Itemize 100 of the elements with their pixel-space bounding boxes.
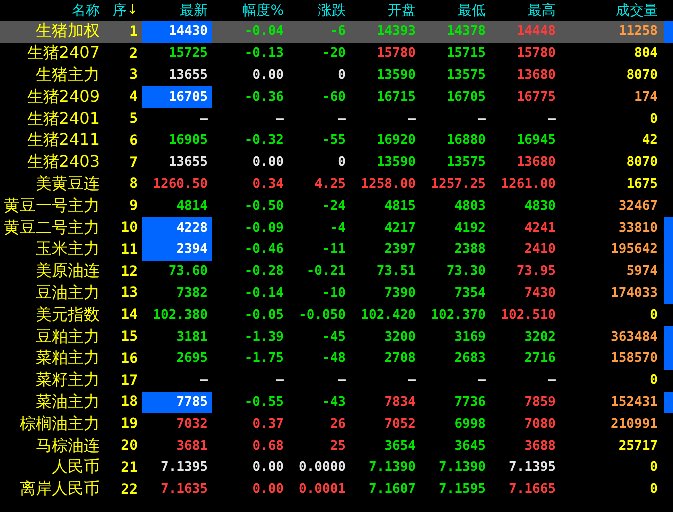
instrument-name[interactable]: 豆粕主力 <box>36 326 100 348</box>
table-cell: 2394 <box>176 242 208 258</box>
table-cell: — <box>276 373 284 388</box>
instrument-name[interactable]: 美元指数 <box>36 304 100 326</box>
instrument-name[interactable]: 美黄豆连 <box>36 174 100 195</box>
table-cell: — <box>200 373 208 388</box>
table-cell: 42 <box>642 133 658 148</box>
table-cell: 8070 <box>626 68 658 83</box>
table-cell: -10 <box>322 286 346 301</box>
table-cell: 7834 <box>384 394 416 410</box>
column-header[interactable]: 幅度% <box>242 2 284 20</box>
table-cell: -4 <box>330 220 346 236</box>
table-cell: 14430 <box>168 24 208 40</box>
table-cell: 0 <box>338 155 346 170</box>
table-cell: 804 <box>634 46 658 62</box>
table-cell: — <box>548 112 556 127</box>
row-number: 2 <box>130 46 138 62</box>
table-cell: 174 <box>634 90 658 105</box>
table-cell: 3681 <box>176 438 208 454</box>
table-cell: 4830 <box>524 198 556 214</box>
instrument-name[interactable]: 生猪2409 <box>27 86 100 108</box>
table-cell: 13575 <box>446 155 486 170</box>
column-header[interactable]: 序 <box>113 2 128 20</box>
table-cell: 32467 <box>618 198 658 214</box>
instrument-name[interactable]: 黄豆二号主力 <box>4 218 100 239</box>
instrument-name[interactable]: 离岸人民币 <box>20 479 100 500</box>
row-number: 12 <box>121 264 138 280</box>
column-header[interactable]: 涨跌 <box>318 2 346 20</box>
instrument-name[interactable]: 生猪加权 <box>36 21 100 42</box>
row-number: 9 <box>130 198 138 214</box>
table-cell: 16705 <box>446 90 486 105</box>
table-cell: 158570 <box>611 351 658 366</box>
row-number: 11 <box>121 242 138 258</box>
table-cell: 15715 <box>446 46 486 62</box>
instrument-name[interactable]: 人民币 <box>52 457 100 478</box>
table-cell: 0 <box>650 482 658 498</box>
table-cell: 0 <box>338 68 346 83</box>
instrument-name[interactable]: 菜油主力 <box>36 392 100 413</box>
table-cell: -6 <box>330 24 346 40</box>
column-header[interactable]: 名称 <box>72 2 100 20</box>
table-cell: 73.95 <box>516 264 556 280</box>
table-cell: 73.51 <box>376 264 416 280</box>
table-cell: 16880 <box>446 133 486 148</box>
instrument-name[interactable]: 菜籽主力 <box>36 370 100 392</box>
row-number: 5 <box>130 111 138 128</box>
row-number: 15 <box>121 329 138 346</box>
table-cell: 152431 <box>611 394 658 410</box>
table-cell: 6998 <box>454 416 486 432</box>
table-cell: -60 <box>322 90 346 105</box>
instrument-name[interactable]: 美原油连 <box>36 261 100 282</box>
table-cell: 11258 <box>618 24 658 40</box>
instrument-name[interactable]: 菜粕主力 <box>36 348 100 370</box>
table-cell: 25717 <box>618 438 658 454</box>
table-cell: 16715 <box>376 90 416 105</box>
table-cell: 7.1665 <box>509 482 556 498</box>
table-cell: 0.00 <box>252 68 284 83</box>
instrument-name[interactable]: 玉米主力 <box>36 239 100 260</box>
table-cell: 3200 <box>384 330 416 345</box>
column-header[interactable]: 开盘 <box>388 2 416 20</box>
table-cell: -43 <box>322 394 346 410</box>
column-header[interactable]: 最低 <box>458 2 486 20</box>
table-cell: 0 <box>650 460 658 476</box>
column-header[interactable]: 最新 <box>180 2 208 20</box>
selected-row[interactable]: 生猪加权 1 14430 -0.04 -6 14393 14378 14448 11258 <box>0 21 673 43</box>
instrument-name[interactable]: 豆油主力 <box>36 282 100 304</box>
column-header[interactable]: 最高 <box>528 2 556 20</box>
table-cell: 25 <box>330 438 346 454</box>
table-cell: 3169 <box>454 330 486 345</box>
table-cell: -48 <box>322 351 346 366</box>
instrument-name[interactable]: 生猪主力 <box>36 64 100 86</box>
instrument-name[interactable]: 黄豆一号主力 <box>4 196 100 217</box>
table-cell: -20 <box>322 46 346 62</box>
table-cell: 13655 <box>168 155 208 170</box>
table-cell: 7354 <box>454 286 486 301</box>
table-cell: 1675 <box>626 176 658 192</box>
row-number: 19 <box>121 416 138 432</box>
table-cell: 15780 <box>516 46 556 62</box>
table-cell: -0.28 <box>244 264 284 280</box>
table-cell: -0.13 <box>244 46 284 62</box>
table-cell: 16920 <box>376 133 416 148</box>
column-header[interactable]: 成交量 <box>616 2 658 20</box>
instrument-name[interactable]: 生猪2401 <box>27 108 100 130</box>
table-cell: 73.60 <box>168 264 208 280</box>
instrument-name[interactable]: 生猪2403 <box>27 152 100 174</box>
row-number: 18 <box>121 394 138 410</box>
table-cell: 7.1595 <box>439 482 486 498</box>
table-cell: 33810 <box>618 220 658 236</box>
instrument-name[interactable]: 生猪2407 <box>27 43 100 64</box>
table-cell: 7.1395 <box>161 460 208 476</box>
table-cell: 7.1390 <box>369 460 416 476</box>
table-cell: 7.1607 <box>369 482 416 498</box>
table-cell: -1.75 <box>244 351 284 366</box>
table-cell: 7785 <box>176 394 208 410</box>
instrument-name[interactable]: 马棕油连 <box>36 436 100 457</box>
instrument-name[interactable]: 生猪2411 <box>27 130 100 152</box>
instrument-name[interactable]: 棕榈油主力 <box>20 414 100 435</box>
table-cell: 2388 <box>454 242 486 258</box>
table-cell: -0.32 <box>244 133 284 148</box>
sort-arrow-icon: ↓ <box>127 3 138 18</box>
table-cell: 14448 <box>516 24 556 40</box>
